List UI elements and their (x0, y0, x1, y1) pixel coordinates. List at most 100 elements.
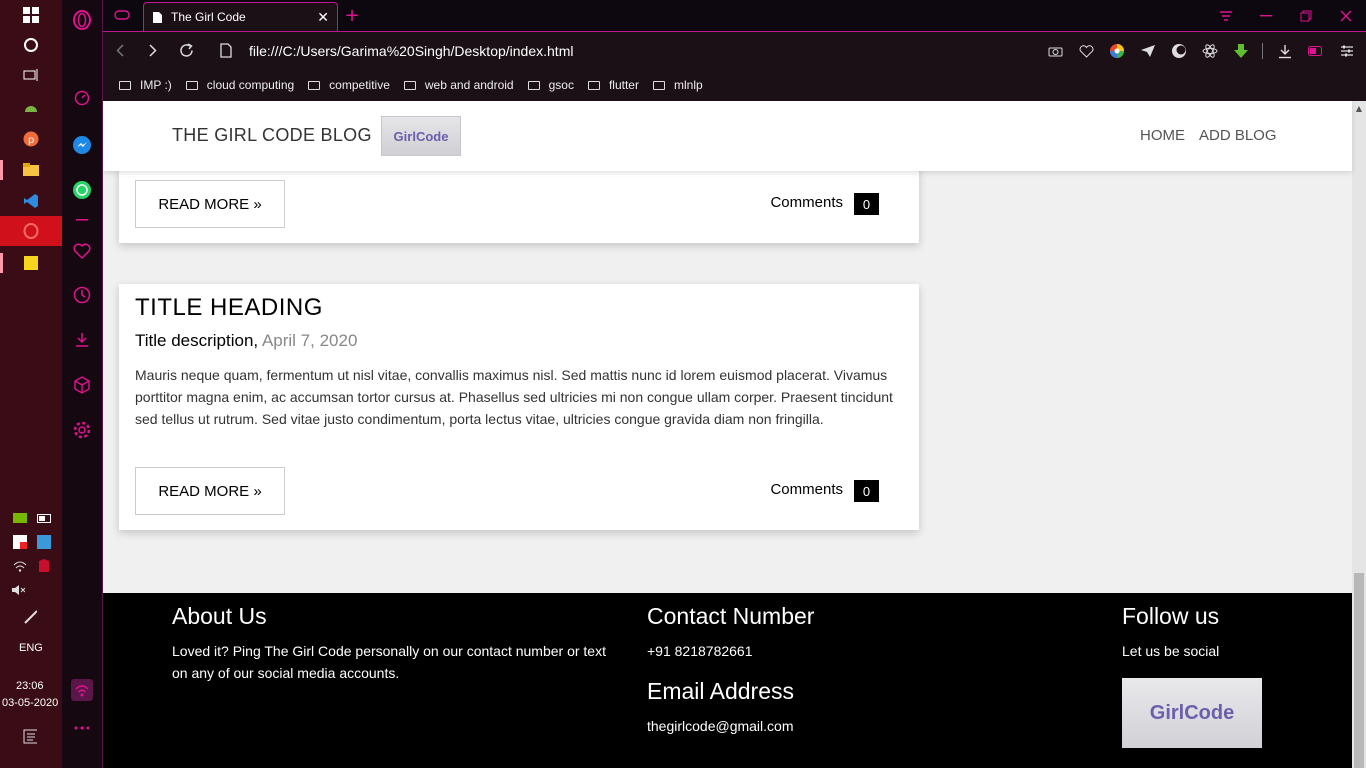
opera-sidebar (62, 0, 103, 768)
opera-menu-icon[interactable] (62, 6, 102, 34)
speed-dial-icon[interactable] (62, 84, 102, 112)
settings-gear-icon[interactable] (62, 416, 102, 444)
email-heading: Email Address (647, 678, 795, 704)
post-description: Title description, (135, 331, 259, 350)
vpn-wifi-icon[interactable] (62, 676, 102, 704)
about-text: Loved it? Ping The Girl Code personally … (172, 643, 606, 681)
history-clock-icon[interactable] (62, 281, 102, 309)
folder-icon (308, 80, 321, 90)
page-file-icon[interactable] (213, 38, 239, 64)
whatsapp-icon[interactable] (62, 176, 102, 204)
blog-post-card: TITLE HEADING Title description, April 7… (119, 284, 919, 530)
windows-taskbar: p ENG 23:06 03-05-2020 (0, 0, 62, 768)
bookmark-folder-flutter[interactable]: flutter (587, 78, 639, 92)
task-view-icon[interactable] (0, 60, 62, 90)
react-devtools-icon[interactable] (1199, 40, 1221, 62)
file-icon (153, 11, 162, 23)
sidebar-divider (62, 206, 102, 234)
comments-label: Comments (770, 481, 843, 498)
new-tab-icon[interactable]: + (339, 2, 365, 28)
wifi-icon[interactable] (13, 559, 27, 573)
notifications-icon[interactable] (23, 729, 37, 744)
clock-time[interactable]: 23:06 (16, 680, 44, 692)
download-arrow-extension-icon[interactable] (1230, 40, 1252, 62)
folder-icon (185, 80, 198, 90)
volume-muted-icon[interactable] (11, 583, 25, 597)
comments-label: Comments (770, 194, 843, 211)
bookmarks-bar: IMP :) cloud computing competitive web a… (103, 69, 1366, 101)
scrollbar-thumb[interactable] (1354, 573, 1364, 768)
back-icon[interactable] (107, 38, 133, 64)
downloads-icon[interactable] (62, 326, 102, 354)
close-window-icon[interactable] (1326, 0, 1366, 31)
site-title[interactable]: THE GIRL CODE BLOG (172, 125, 372, 146)
post-body: Mauris neque quam, fermentum ut nisl vit… (135, 367, 893, 427)
svg-text:p: p (28, 135, 34, 146)
comments-count-badge: 0 (854, 480, 879, 502)
follow-heading: Follow us (1122, 603, 1220, 629)
nvidia-icon[interactable] (13, 511, 27, 525)
more-options-icon[interactable] (62, 714, 102, 742)
bookmark-folder-mlnlp[interactable]: mlnlp (652, 78, 703, 92)
network-monitor-icon[interactable] (37, 535, 51, 549)
send-paper-plane-icon[interactable] (1137, 40, 1159, 62)
easy-setup-icon[interactable] (1336, 40, 1358, 62)
footer-logo[interactable]: GirlCode (1122, 678, 1262, 748)
security-icon[interactable] (13, 535, 27, 549)
post-subtitle: Title description, April 7, 2020 (135, 331, 357, 351)
cortana-icon[interactable] (0, 30, 62, 60)
folder-icon (403, 80, 416, 90)
downloads-toolbar-icon[interactable] (1274, 40, 1296, 62)
address-bar: file:///C:/Users/Garima%20Singh/Desktop/… (103, 31, 1366, 69)
postman-icon[interactable]: p (0, 124, 62, 154)
page-viewport: THE GIRL CODE BLOG GirlCode HOME ADD BLO… (103, 101, 1366, 768)
page-scrollbar[interactable]: ▲ (1352, 101, 1366, 768)
post-title: TITLE HEADING (135, 294, 323, 321)
color-picker-extension-icon[interactable] (1106, 40, 1128, 62)
bookmark-folder-competitive[interactable]: competitive (308, 78, 390, 92)
sticky-notes-icon[interactable] (0, 248, 62, 278)
site-footer: About Us Loved it? Ping The Girl Code pe… (103, 593, 1352, 768)
android-studio-icon[interactable] (0, 92, 62, 122)
restore-icon[interactable] (1286, 0, 1326, 31)
workspace-gamepad-icon[interactable] (109, 2, 135, 28)
my-flow-heart-icon[interactable] (62, 237, 102, 265)
toolbar-extensions (1044, 32, 1358, 70)
bookmark-folder-web-and-android[interactable]: web and android (403, 78, 514, 92)
bookmark-heart-icon[interactable] (1075, 40, 1097, 62)
vscode-icon[interactable] (0, 186, 62, 216)
forward-icon[interactable] (140, 38, 166, 64)
dark-mode-icon[interactable] (1168, 40, 1190, 62)
language-indicator[interactable]: ENG (19, 642, 43, 654)
nav-add-blog-link[interactable]: ADD BLOG (1199, 127, 1277, 144)
windows-start-icon[interactable] (0, 0, 62, 30)
reload-icon[interactable] (173, 38, 199, 64)
snapshot-camera-icon[interactable] (1044, 40, 1066, 62)
post-date: April 7, 2020 (261, 331, 358, 350)
extensions-cube-icon[interactable] (62, 371, 102, 399)
battery-saver-icon[interactable] (1305, 40, 1327, 62)
close-tab-icon[interactable]: ✕ (317, 9, 329, 26)
bookmark-folder-gsoc[interactable]: gsoc (527, 78, 574, 92)
tab-bar: The Girl Code ✕ + (103, 0, 1366, 31)
opera-icon[interactable] (0, 216, 62, 246)
minimize-icon[interactable] (1246, 0, 1286, 31)
battery-icon[interactable] (37, 511, 51, 525)
read-more-button[interactable]: READ MORE » (135, 467, 285, 515)
email-address[interactable]: thegirlcode@gmail.com (647, 715, 794, 737)
nav-home-link[interactable]: HOME (1140, 127, 1185, 144)
bookmark-folder-cloud-computing[interactable]: cloud computing (185, 78, 294, 92)
read-more-button[interactable]: READ MORE » (135, 180, 285, 228)
pen-icon[interactable] (23, 610, 37, 624)
contact-number: +91 8218782661 (647, 643, 753, 659)
mcafee-icon[interactable] (37, 559, 51, 573)
tab-menu-icon[interactable] (1206, 0, 1246, 31)
messenger-icon[interactable] (62, 131, 102, 159)
file-explorer-icon[interactable] (0, 155, 62, 185)
follow-text: Let us be social (1122, 643, 1220, 659)
scroll-up-arrow-icon[interactable]: ▲ (1352, 101, 1366, 115)
bookmark-folder-imp[interactable]: IMP :) (119, 78, 172, 92)
url-field[interactable]: file:///C:/Users/Garima%20Singh/Desktop/… (249, 43, 573, 59)
clock-date[interactable]: 03-05-2020 (2, 697, 58, 709)
browser-tab[interactable]: The Girl Code ✕ (143, 2, 338, 31)
